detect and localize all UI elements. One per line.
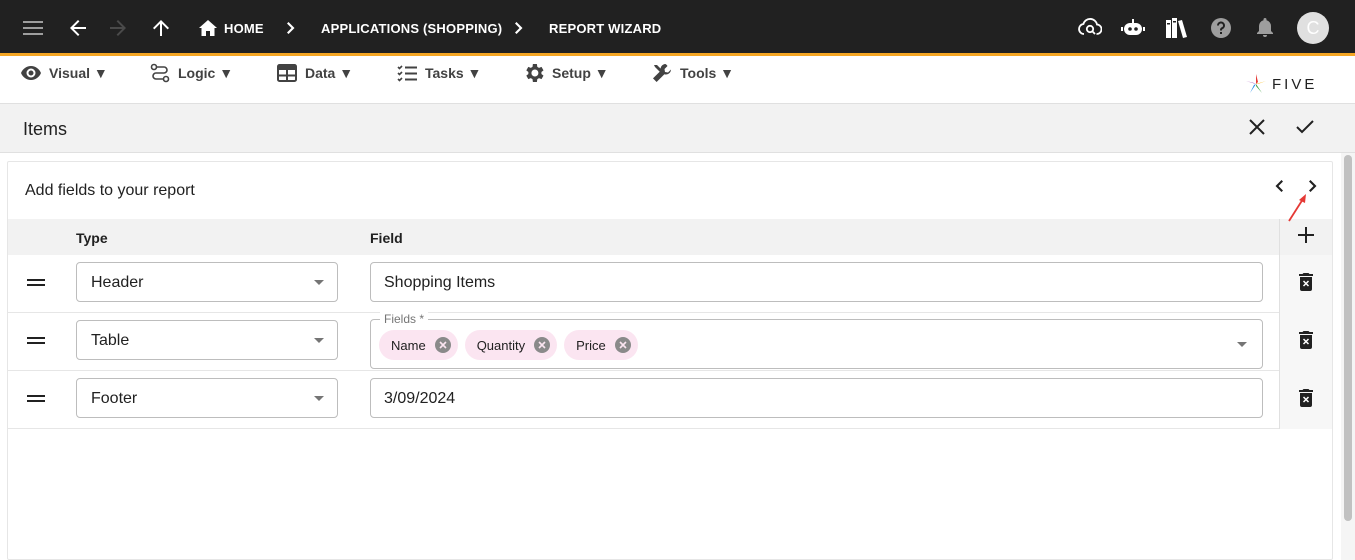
add-row-button[interactable] [1279, 219, 1332, 255]
delete-icon [1299, 388, 1313, 412]
field-input-value: Shopping Items [384, 274, 496, 291]
type-select-value: Table [91, 332, 130, 349]
wizard-card: Add fields to your report Type Field Hea… [7, 161, 1333, 560]
dropdown-arrow-icon [314, 338, 324, 343]
main-menu-bar: Visual ▼ Logic ▼ Data ▼ Tasks ▼ Setup ▼ … [0, 56, 1355, 104]
field-input-value: 3/09/2024 [384, 390, 456, 407]
breadcrumb-home[interactable]: HOME [224, 21, 264, 36]
dropdown-arrow-icon [314, 396, 324, 401]
chip-remove-icon[interactable] [533, 336, 551, 354]
dropdown-arrow-icon[interactable] [1237, 342, 1247, 347]
drag-handle-icon[interactable] [27, 336, 45, 346]
type-select[interactable]: Header [76, 262, 338, 302]
drag-handle-icon[interactable] [27, 394, 45, 404]
delete-row-button[interactable] [1279, 255, 1332, 313]
menu-logic[interactable]: Logic ▼ [150, 63, 233, 83]
five-logo: FIVE [1244, 72, 1317, 96]
delete-row-button[interactable] [1279, 371, 1332, 429]
dropdown-arrow-icon [314, 280, 324, 285]
delete-row-button[interactable] [1279, 313, 1332, 371]
app-top-bar: HOME APPLICATIONS (SHOPPING) REPORT WIZA… [0, 0, 1355, 56]
home-icon[interactable] [192, 12, 224, 44]
field-input[interactable]: 3/09/2024 [370, 378, 1263, 418]
menu-data[interactable]: Data ▼ [277, 63, 353, 83]
menu-setup[interactable]: Setup ▼ [524, 63, 609, 83]
breadcrumb-applications[interactable]: APPLICATIONS (SHOPPING) [321, 21, 502, 36]
drag-handle-icon[interactable] [27, 278, 45, 288]
checklist-icon [397, 64, 417, 82]
plus-icon [1298, 226, 1314, 248]
table-row: Table Fields * Name Quantity Price [8, 312, 1332, 371]
page-title: Items [23, 119, 68, 139]
five-logo-icon [1246, 74, 1266, 93]
logo-text: FIVE [1272, 75, 1318, 93]
table-icon [277, 64, 297, 82]
bot-icon[interactable] [1117, 12, 1149, 44]
chevron-right-icon [1309, 179, 1317, 197]
chevron-right-icon [503, 12, 535, 44]
help-icon[interactable] [1205, 12, 1237, 44]
menu-visual-label: Visual ▼ [49, 65, 108, 81]
chip-remove-icon[interactable] [614, 336, 632, 354]
chip-remove-icon[interactable] [434, 336, 452, 354]
delete-icon [1299, 272, 1313, 296]
table-row: Header Shopping Items [8, 255, 1332, 313]
column-header-type: Type [76, 230, 108, 246]
chevron-right-icon [275, 12, 307, 44]
tools-icon [652, 63, 672, 83]
logic-flow-icon [150, 63, 170, 83]
bell-icon[interactable] [1249, 12, 1281, 44]
chip-quantity: Quantity [464, 330, 558, 360]
delete-icon [1299, 330, 1313, 354]
chip-price: Price [564, 330, 638, 360]
close-icon [1249, 118, 1265, 140]
fields-multiselect[interactable]: Fields * Name Quantity Price [370, 312, 1263, 369]
table-header: Type Field [8, 219, 1332, 255]
type-select-value: Header [91, 274, 144, 291]
annotation-arrow [1288, 194, 1306, 222]
vertical-scrollbar[interactable] [1341, 153, 1355, 560]
scrollbar-thumb[interactable] [1344, 155, 1352, 521]
column-header-field: Field [370, 230, 403, 246]
back-arrow-icon[interactable] [62, 12, 94, 44]
field-input[interactable]: Shopping Items [370, 262, 1263, 302]
type-select[interactable]: Footer [76, 378, 338, 418]
forward-arrow-icon [102, 12, 134, 44]
chip-name: Name [379, 330, 458, 360]
menu-data-label: Data ▼ [305, 65, 354, 81]
menu-visual[interactable]: Visual ▼ [21, 63, 108, 83]
cloud-search-icon[interactable] [1074, 12, 1106, 44]
confirm-button[interactable] [1292, 116, 1318, 142]
chip-label: Price [576, 337, 606, 353]
chevron-left-icon [1275, 179, 1283, 197]
type-select-value: Footer [91, 390, 138, 407]
close-button[interactable] [1244, 116, 1270, 142]
library-books-icon[interactable] [1160, 12, 1192, 44]
menu-logic-label: Logic ▼ [178, 65, 234, 81]
menu-tasks-label: Tasks ▼ [425, 65, 482, 81]
wizard-step-title: Add fields to your report [25, 182, 195, 199]
chip-label: Quantity [476, 337, 526, 353]
check-icon [1296, 119, 1314, 139]
breadcrumb-report-wizard[interactable]: REPORT WIZARD [549, 21, 661, 36]
fields-label: Fields * [380, 312, 429, 326]
gear-icon [524, 63, 544, 83]
menu-tools-label: Tools ▼ [680, 65, 735, 81]
eye-icon [21, 66, 41, 80]
up-arrow-icon[interactable] [145, 12, 177, 44]
menu-icon[interactable] [17, 12, 49, 44]
chip-label: Name [391, 337, 426, 353]
menu-setup-label: Setup ▼ [552, 65, 609, 81]
type-select[interactable]: Table [76, 320, 338, 360]
page-header: Items [0, 104, 1355, 153]
avatar[interactable]: C [1297, 12, 1329, 44]
table-row: Footer 3/09/2024 [8, 371, 1332, 429]
chip-list: Name Quantity Price [379, 330, 638, 360]
menu-tasks[interactable]: Tasks ▼ [397, 63, 481, 83]
menu-tools[interactable]: Tools ▼ [652, 63, 734, 83]
